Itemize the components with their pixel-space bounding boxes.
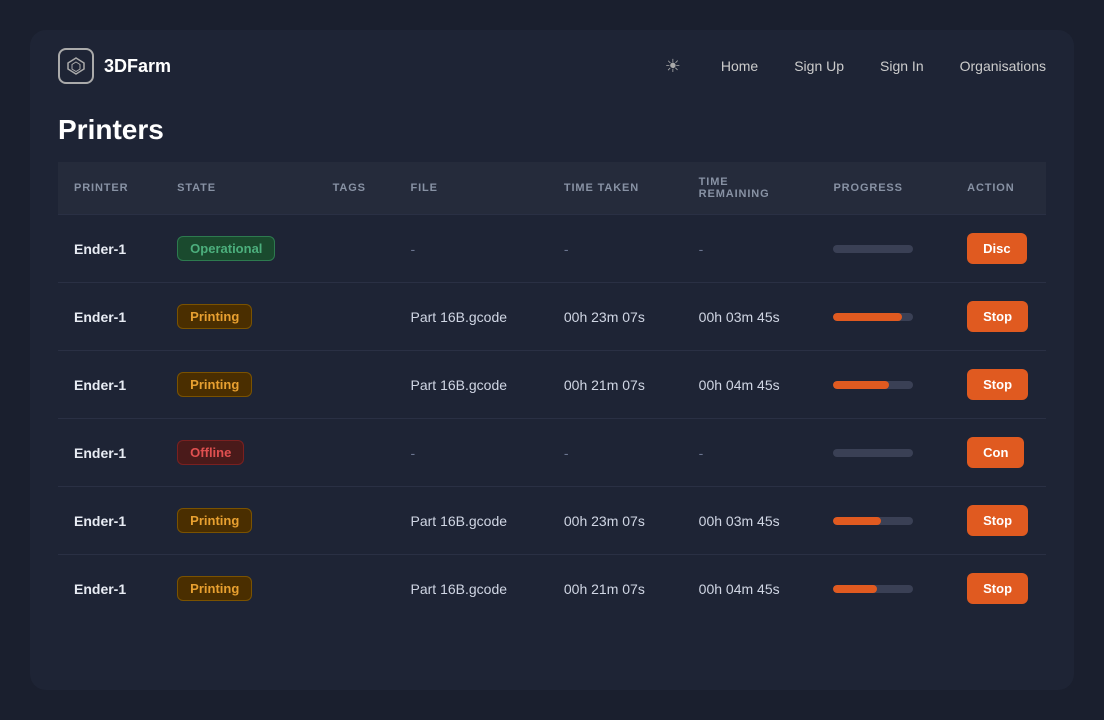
table-row: Ender-1 Printing Part 16B.gcode 00h 21m …	[58, 351, 1046, 419]
logo-area: 3DFarm	[58, 48, 665, 84]
cell-file: Part 16B.gcode	[395, 487, 548, 555]
action-button[interactable]: Stop	[967, 505, 1028, 536]
cell-state: Printing	[161, 555, 316, 623]
printers-table: PRINTER STATE TAGS FILE TIME TAKEN TIMER…	[58, 162, 1046, 622]
header: 3DFarm ☀ Home Sign Up Sign In Organisati…	[30, 30, 1074, 102]
table-wrapper: PRINTER STATE TAGS FILE TIME TAKEN TIMER…	[30, 162, 1074, 650]
cell-action: Stop	[951, 351, 1046, 419]
cell-time-remaining: 00h 04m 45s	[683, 351, 818, 419]
table-row: Ender-1 Printing Part 16B.gcode 00h 23m …	[58, 487, 1046, 555]
cell-printer: Ender-1	[58, 351, 161, 419]
cell-tags	[317, 419, 395, 487]
cell-state: Printing	[161, 351, 316, 419]
cell-tags	[317, 283, 395, 351]
progress-fill	[833, 517, 881, 525]
cell-time-taken: -	[548, 419, 683, 487]
col-printer: PRINTER	[58, 162, 161, 215]
cell-state: Operational	[161, 215, 316, 283]
cell-progress	[817, 419, 951, 487]
col-tags: TAGS	[317, 162, 395, 215]
cell-progress	[817, 487, 951, 555]
theme-toggle-icon[interactable]: ☀	[665, 56, 681, 77]
progress-fill	[833, 313, 902, 321]
cell-tags	[317, 487, 395, 555]
progress-bar	[833, 517, 913, 525]
col-state: STATE	[161, 162, 316, 215]
page-title: Printers	[30, 102, 1074, 162]
action-button[interactable]: Stop	[967, 369, 1028, 400]
nav-signin[interactable]: Sign In	[880, 58, 924, 74]
action-button[interactable]: Stop	[967, 301, 1028, 332]
progress-fill	[833, 381, 889, 389]
cell-action: Disc	[951, 215, 1046, 283]
progress-fill	[833, 585, 877, 593]
col-time-taken: TIME TAKEN	[548, 162, 683, 215]
cell-file: Part 16B.gcode	[395, 283, 548, 351]
progress-bar	[833, 381, 913, 389]
cell-state: Printing	[161, 283, 316, 351]
cell-time-taken: 00h 23m 07s	[548, 283, 683, 351]
logo-icon	[58, 48, 94, 84]
cell-state: Printing	[161, 487, 316, 555]
cell-time-remaining: 00h 03m 45s	[683, 487, 818, 555]
cell-action: Con	[951, 419, 1046, 487]
table-row: Ender-1 Printing Part 16B.gcode 00h 23m …	[58, 283, 1046, 351]
cell-time-taken: 00h 21m 07s	[548, 351, 683, 419]
cell-printer: Ender-1	[58, 555, 161, 623]
cell-progress	[817, 351, 951, 419]
cell-tags	[317, 215, 395, 283]
table-header-row: PRINTER STATE TAGS FILE TIME TAKEN TIMER…	[58, 162, 1046, 215]
table-row: Ender-1 Offline - - - Con	[58, 419, 1046, 487]
cell-time-remaining: 00h 04m 45s	[683, 555, 818, 623]
logo-text: 3DFarm	[104, 56, 171, 77]
cell-tags	[317, 351, 395, 419]
cell-time-taken: 00h 21m 07s	[548, 555, 683, 623]
nav-signup[interactable]: Sign Up	[794, 58, 844, 74]
cell-printer: Ender-1	[58, 487, 161, 555]
app-window: 3DFarm ☀ Home Sign Up Sign In Organisati…	[30, 30, 1074, 690]
table-row: Ender-1 Printing Part 16B.gcode 00h 21m …	[58, 555, 1046, 623]
nav-home[interactable]: Home	[721, 58, 758, 74]
table-row: Ender-1 Operational - - - Disc	[58, 215, 1046, 283]
action-button[interactable]: Stop	[967, 573, 1028, 604]
cell-action: Stop	[951, 487, 1046, 555]
cell-action: Stop	[951, 555, 1046, 623]
col-time-remaining: TIMEREMAINING	[683, 162, 818, 215]
cell-file: -	[395, 215, 548, 283]
cell-progress	[817, 555, 951, 623]
cell-state: Offline	[161, 419, 316, 487]
progress-bar	[833, 245, 913, 253]
cell-progress	[817, 283, 951, 351]
cell-tags	[317, 555, 395, 623]
cell-time-taken: 00h 23m 07s	[548, 487, 683, 555]
action-button[interactable]: Disc	[967, 233, 1026, 264]
cell-printer: Ender-1	[58, 283, 161, 351]
cell-file: Part 16B.gcode	[395, 351, 548, 419]
cell-time-remaining: -	[683, 215, 818, 283]
col-file: FILE	[395, 162, 548, 215]
nav-links: Home Sign Up Sign In Organisations	[721, 58, 1046, 74]
cell-file: -	[395, 419, 548, 487]
action-button[interactable]: Con	[967, 437, 1024, 468]
progress-bar	[833, 313, 913, 321]
col-action: ACTION	[951, 162, 1046, 215]
cell-action: Stop	[951, 283, 1046, 351]
col-progress: PROGRESS	[817, 162, 951, 215]
nav-organisations[interactable]: Organisations	[960, 58, 1046, 74]
cell-progress	[817, 215, 951, 283]
cell-printer: Ender-1	[58, 419, 161, 487]
cell-file: Part 16B.gcode	[395, 555, 548, 623]
cell-time-taken: -	[548, 215, 683, 283]
cell-time-remaining: -	[683, 419, 818, 487]
progress-bar	[833, 585, 913, 593]
cell-time-remaining: 00h 03m 45s	[683, 283, 818, 351]
cell-printer: Ender-1	[58, 215, 161, 283]
progress-bar	[833, 449, 913, 457]
